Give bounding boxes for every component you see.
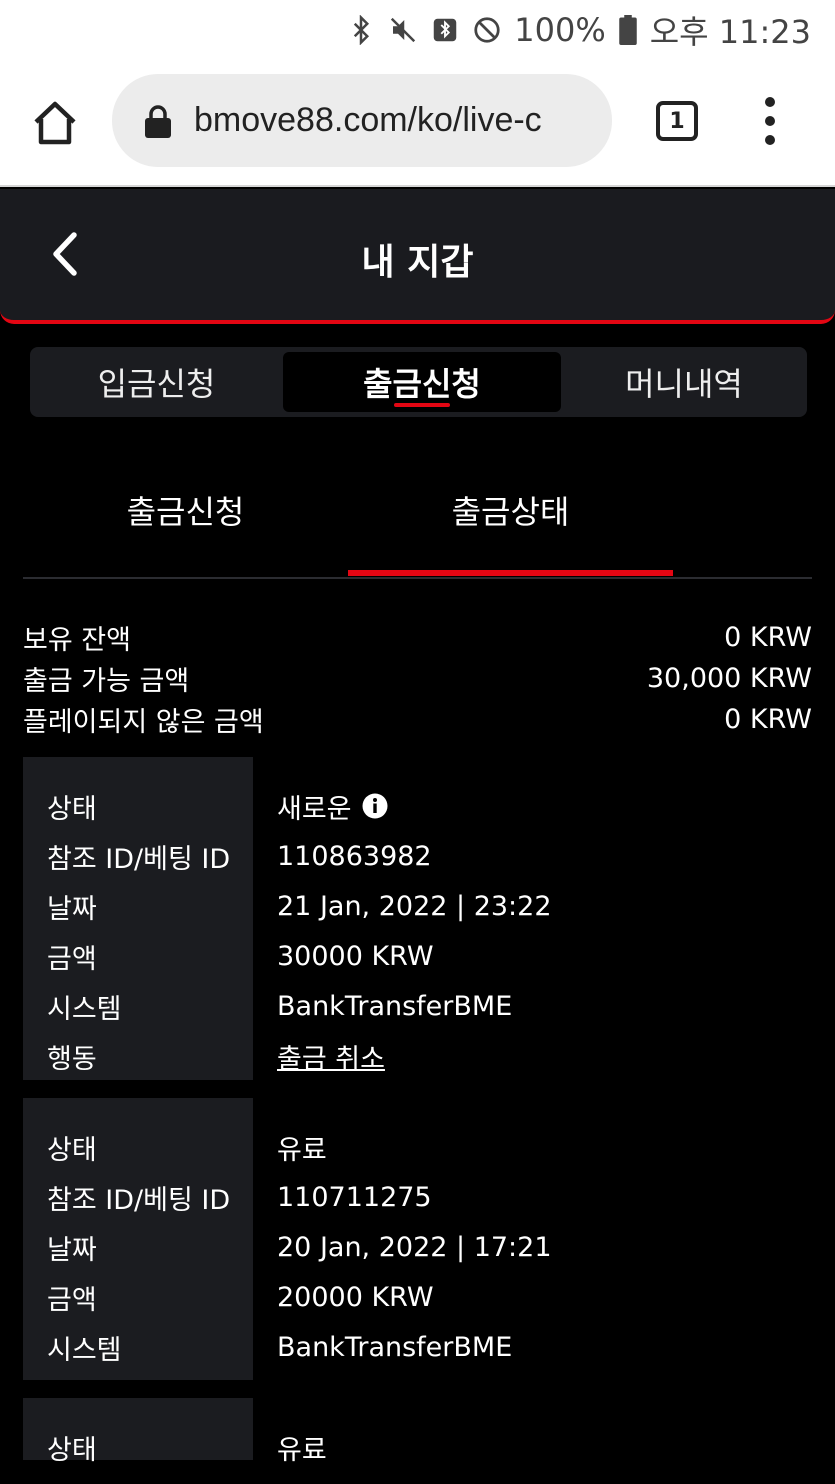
amount-value: 30000 KRW	[277, 940, 434, 972]
record-status-row: 상태 유료	[23, 1122, 812, 1172]
subtab-withdraw-status[interactable]: 출금상태	[348, 470, 673, 550]
record-action-row: 행동 출금 취소	[23, 1031, 812, 1081]
status-label: 상태	[47, 1434, 97, 1466]
balance-value: 30,000 KRW	[646, 663, 812, 694]
info-icon[interactable]	[362, 793, 388, 819]
record-status-row: 상태 새로운	[23, 781, 812, 831]
balance-label: 출금 가능 금액	[23, 666, 190, 697]
amount-label: 금액	[47, 943, 97, 975]
status-bar: 100% 오후 11:23	[0, 0, 835, 60]
cancel-withdrawal-link[interactable]: 출금 취소	[277, 1037, 385, 1076]
record-system-row: 시스템 BankTransferBME	[23, 1322, 812, 1372]
amount-label: 금액	[47, 1284, 97, 1316]
tab-withdraw[interactable]: 출금신청	[283, 352, 561, 412]
ref-id-label: 참조 ID/베팅 ID	[47, 843, 231, 875]
balance-value: 0 KRW	[724, 704, 812, 735]
tab-count: 1	[669, 108, 685, 134]
more-menu-icon[interactable]	[752, 94, 788, 148]
system-label: 시스템	[47, 1334, 122, 1366]
ref-id-label: 참조 ID/베팅 ID	[47, 1184, 231, 1216]
mute-icon	[388, 15, 418, 45]
ref-id-value: 110863982	[277, 840, 432, 872]
url-text: bmove88.com/ko/live-c	[194, 101, 542, 139]
status-value-wrap: 새로운	[277, 787, 388, 826]
subtab-withdraw-request[interactable]: 출금신청	[23, 470, 348, 550]
record-amount-row: 금액 20000 KRW	[23, 1272, 812, 1322]
record-status-row: 상태 유료	[23, 1422, 812, 1472]
home-icon[interactable]	[30, 98, 80, 148]
balance-value: 0 KRW	[724, 622, 812, 653]
date-value: 20 Jan, 2022 | 17:21	[277, 1231, 552, 1263]
clock: 오후 11:23	[649, 13, 811, 51]
date-label: 날짜	[47, 893, 97, 925]
record-date-row: 날짜 20 Jan, 2022 | 17:21	[23, 1222, 812, 1272]
date-value: 21 Jan, 2022 | 23:22	[277, 890, 552, 922]
system-value: BankTransferBME	[277, 990, 513, 1022]
balance-row: 플레이되지 않은 금액 0 KRW	[23, 699, 812, 740]
record-ref-row: 참조 ID/베팅 ID 110711275	[23, 1172, 812, 1222]
balance-label: 플레이되지 않은 금액	[23, 707, 264, 738]
record-amount-row: 금액 30000 KRW	[23, 931, 812, 981]
record-system-row: 시스템 BankTransferBME	[23, 981, 812, 1031]
app-header: 내 지갑	[0, 189, 835, 324]
status-value: 유료	[277, 1134, 327, 1166]
balance-row: 출금 가능 금액 30,000 KRW	[23, 658, 812, 699]
browser-toolbar: bmove88.com/ko/live-c 1	[0, 60, 835, 187]
status-value: 새로운	[277, 793, 352, 825]
action-label: 행동	[47, 1043, 97, 1075]
subtab-divider	[23, 577, 812, 579]
date-label: 날짜	[47, 1234, 97, 1266]
balance-summary: 보유 잔액 0 KRW 출금 가능 금액 30,000 KRW 플레이되지 않은…	[23, 617, 812, 740]
record-date-row: 날짜 21 Jan, 2022 | 23:22	[23, 881, 812, 931]
system-value: BankTransferBME	[277, 1331, 513, 1363]
nfc-icon	[430, 15, 460, 45]
balance-row: 보유 잔액 0 KRW	[23, 617, 812, 658]
battery-percent: 100%	[514, 11, 606, 49]
balance-label: 보유 잔액	[23, 625, 131, 656]
amount-value: 20000 KRW	[277, 1281, 434, 1313]
record-ref-row: 참조 ID/베팅 ID 110863982	[23, 831, 812, 881]
status-value: 유료	[277, 1434, 327, 1466]
page-title: 내 지갑	[361, 242, 474, 283]
active-subtab-indicator	[348, 570, 673, 576]
do-not-disturb-icon	[472, 15, 502, 45]
withdrawal-record: 상태 새로운 참조 ID/베팅 ID 110863982 날짜 21 Jan, …	[23, 757, 812, 1080]
lock-icon	[145, 104, 171, 138]
ref-id-value: 110711275	[277, 1181, 432, 1213]
tab-money-history[interactable]: 머니내역	[561, 352, 807, 412]
withdraw-subtabs: 출금신청 출금상태	[23, 470, 812, 580]
withdrawal-record: 상태 유료	[23, 1398, 812, 1466]
tab-deposit[interactable]: 입금신청	[30, 352, 283, 412]
withdrawal-record: 상태 유료 참조 ID/베팅 ID 110711275 날짜 20 Jan, 2…	[23, 1098, 812, 1380]
tab-switcher-button[interactable]: 1	[656, 101, 698, 141]
address-bar[interactable]: bmove88.com/ko/live-c	[112, 74, 612, 167]
system-label: 시스템	[47, 993, 122, 1025]
bluetooth-icon	[346, 15, 376, 45]
status-label: 상태	[47, 1134, 97, 1166]
wallet-tabs: 입금신청 출금신청 머니내역	[30, 347, 807, 417]
battery-icon	[618, 15, 638, 45]
status-label: 상태	[47, 793, 97, 825]
